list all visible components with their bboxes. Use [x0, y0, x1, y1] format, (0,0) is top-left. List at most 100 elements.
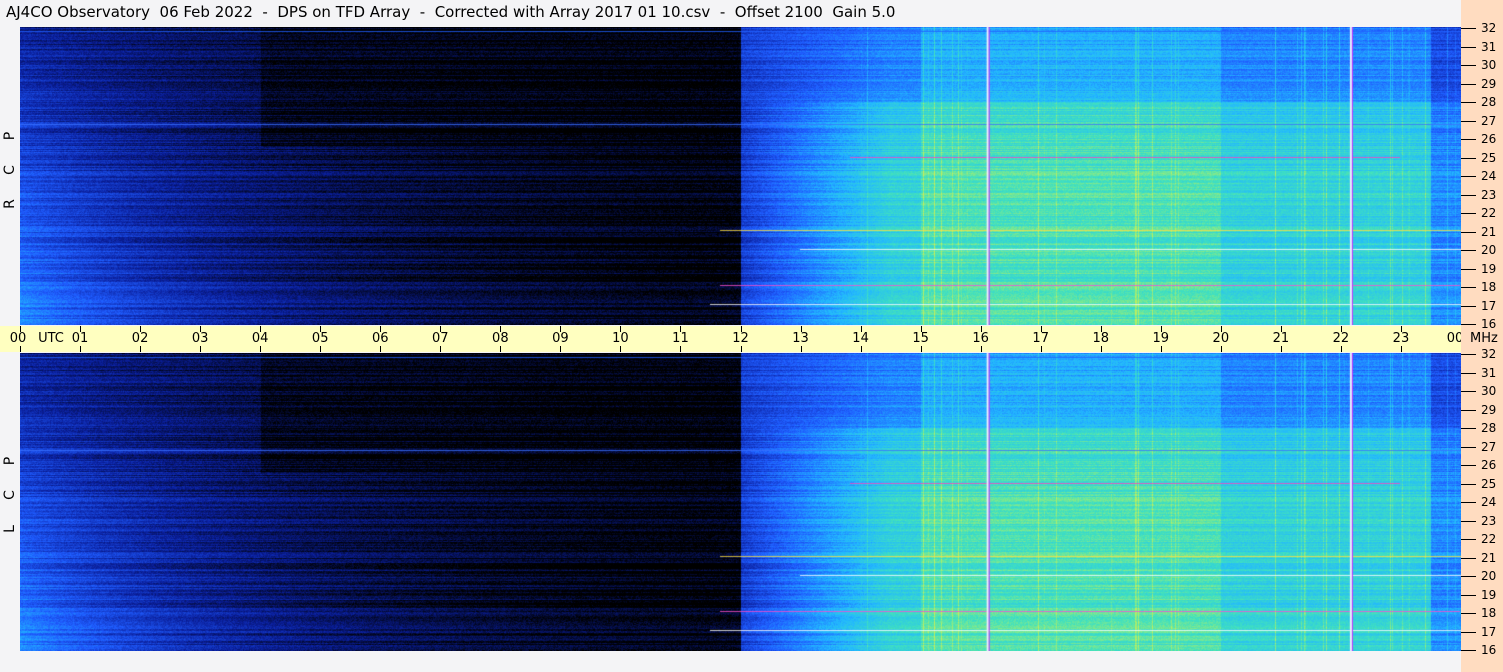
- freq-tick-label: 28: [1481, 421, 1497, 435]
- time-tick: [1220, 346, 1222, 352]
- time-tick-label: 23: [1392, 331, 1410, 346]
- freq-tick: [1461, 231, 1476, 233]
- freq-tick-label: 16: [1481, 643, 1497, 657]
- freq-tick: [1461, 139, 1476, 140]
- rcp-heatmap: [20, 27, 1461, 325]
- freq-tick-label: 26: [1481, 458, 1497, 472]
- freq-tick: [1461, 213, 1476, 214]
- time-tick: [440, 326, 442, 332]
- freq-tick-label: 21: [1481, 550, 1497, 565]
- time-tick: [1280, 346, 1282, 352]
- freq-tick-label: 26: [1481, 132, 1497, 146]
- freq-tick-label: 30: [1481, 384, 1497, 398]
- time-tick: [320, 326, 322, 332]
- freq-tick: [1461, 465, 1476, 466]
- time-tick: [860, 346, 862, 352]
- time-tick-label: 02: [131, 331, 149, 346]
- time-tick: [80, 346, 82, 352]
- rcp-spectrogram: [20, 27, 1461, 325]
- time-tick: [920, 346, 922, 352]
- time-tick-label: 06: [371, 331, 389, 346]
- lcp-heatmap: [20, 353, 1461, 651]
- freq-tick-label: 29: [1481, 402, 1497, 417]
- time-tick: [800, 346, 802, 352]
- time-tick: [920, 326, 922, 332]
- freq-tick-label: 23: [1481, 513, 1497, 528]
- freq-tick: [1461, 576, 1476, 577]
- freq-tick-label: 32: [1481, 21, 1497, 35]
- freq-tick: [1461, 46, 1476, 48]
- time-tick: [1400, 346, 1402, 352]
- freq-tick-label: 20: [1481, 569, 1497, 583]
- freq-tick: [1461, 324, 1476, 325]
- freq-tick-label: 25: [1481, 150, 1497, 165]
- freq-tick: [1461, 83, 1476, 85]
- freq-tick: [1461, 650, 1476, 651]
- utc-label: UTC: [38, 331, 64, 346]
- time-tick-label: 08: [492, 331, 509, 346]
- time-tick: [560, 346, 562, 352]
- time-tick: [860, 326, 862, 332]
- chart-title: AJ4CO Observatory 06 Feb 2022 - DPS on T…: [6, 3, 896, 21]
- freq-tick: [1461, 305, 1476, 307]
- time-tick: [560, 326, 562, 332]
- freq-tick: [1461, 250, 1476, 251]
- time-tick: [380, 346, 382, 352]
- mhz-unit-label: MHz: [1470, 331, 1498, 346]
- time-tick-label: 13: [792, 331, 809, 346]
- time-tick: [1220, 326, 1222, 332]
- freq-tick-label: 19: [1481, 587, 1497, 602]
- freq-tick-label: 22: [1481, 532, 1497, 546]
- freq-tick-label: 22: [1481, 206, 1497, 220]
- time-tick: [980, 326, 982, 332]
- freq-tick-label: 16: [1481, 317, 1497, 331]
- freq-tick-label: 29: [1481, 76, 1497, 91]
- freq-tick-label: 18: [1481, 606, 1497, 620]
- freq-tick: [1461, 120, 1476, 122]
- freq-tick-label: 23: [1481, 187, 1497, 202]
- time-tick-label: 16: [972, 331, 989, 346]
- freq-tick: [1461, 28, 1476, 29]
- lcp-spectrogram: [20, 353, 1461, 651]
- freq-tick: [1461, 446, 1476, 448]
- freq-tick: [1461, 520, 1476, 522]
- time-tick-label: 00: [9, 331, 27, 346]
- time-tick: [1040, 346, 1042, 352]
- time-tick-label: 11: [672, 331, 689, 346]
- freq-tick-label: 24: [1481, 495, 1497, 509]
- freq-tick: [1461, 157, 1476, 159]
- time-axis: 00 01 02 03 04 05 06 07 08 09 10 11 12 13 14 15 16 17 18 19…: [0, 326, 1470, 352]
- time-tick: [680, 346, 682, 352]
- freq-tick-label: 17: [1481, 624, 1497, 639]
- time-tick-label: 05: [311, 331, 329, 346]
- freq-tick: [1461, 65, 1476, 66]
- time-tick: [620, 346, 622, 352]
- time-tick: [800, 326, 802, 332]
- freq-tick: [1461, 539, 1476, 540]
- time-tick-label: 03: [191, 331, 209, 346]
- time-tick: [740, 346, 742, 352]
- time-tick: [140, 326, 142, 332]
- time-tick-label: 01: [71, 331, 89, 346]
- freq-tick-label: 20: [1481, 243, 1497, 257]
- freq-tick: [1461, 287, 1476, 288]
- time-tick-label: 04: [251, 331, 269, 346]
- time-tick: [20, 326, 21, 332]
- time-tick-label: 20: [1212, 331, 1230, 346]
- time-tick: [200, 326, 202, 332]
- time-tick-label: 19: [1152, 331, 1170, 346]
- time-tick-label: 07: [432, 331, 449, 346]
- freq-tick-label: 19: [1481, 261, 1497, 276]
- freq-tick: [1461, 176, 1476, 177]
- time-tick: [620, 326, 622, 332]
- freq-tick: [1461, 428, 1476, 429]
- freq-tick: [1461, 631, 1476, 633]
- time-tick-label: 17: [1032, 331, 1049, 346]
- freq-tick: [1461, 194, 1476, 196]
- time-tick: [1160, 326, 1162, 332]
- time-tick: [380, 326, 382, 332]
- time-tick-label: 21: [1272, 331, 1290, 346]
- time-tick: [140, 346, 142, 352]
- freq-tick-label: 21: [1481, 224, 1497, 239]
- time-tick-label: 18: [1092, 331, 1110, 346]
